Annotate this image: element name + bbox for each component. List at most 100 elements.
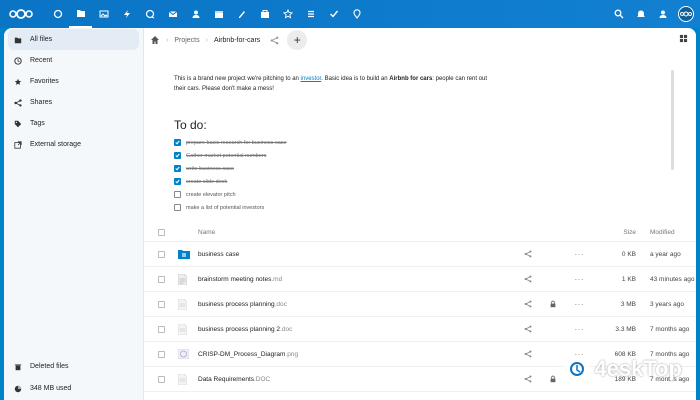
doc-file-icon [178,373,194,385]
todo-item: create slide deck [174,175,287,188]
table-row[interactable]: brainstorm meeting notes.md ··· 1 KB 43 min… [144,267,696,292]
external-icon [14,140,22,149]
file-name[interactable]: business process planning 2.doc [194,326,524,333]
home-icon[interactable] [150,35,160,45]
share-icon[interactable] [524,325,532,333]
file-name[interactable]: business case [194,251,524,258]
share-icon[interactable] [524,250,532,258]
contacts-menu-icon[interactable] [652,0,674,28]
table-row[interactable]: business process planning 2.doc ··· 3.3 MB… [144,317,696,342]
todo-checkbox[interactable] [174,152,181,159]
todo-item: prepare basic research for business case [174,136,287,149]
todo-checkbox[interactable] [174,191,181,198]
activity-icon[interactable] [115,0,138,28]
watermark-logo: 4eskTop [564,356,682,382]
tasks-icon[interactable] [299,0,322,28]
notifications-icon[interactable] [630,0,652,28]
sidebar-item-favorites[interactable]: Favorites [8,71,139,92]
todo-text: create slide deck [186,178,228,185]
table-row[interactable]: business process planning.doc ··· 3 MB 3 ye… [144,292,696,317]
pie-icon [14,385,22,392]
row-checkbox[interactable] [157,250,165,258]
more-actions-icon[interactable]: ··· [575,250,585,259]
todo-checkbox[interactable] [174,178,181,185]
todo-checkbox[interactable] [174,165,181,172]
nextcloud-logo[interactable] [6,0,36,28]
size-column-header[interactable]: Size [584,229,636,236]
todo-heading: To do: [174,118,207,132]
file-size: 1 KB [621,275,636,283]
folder-file-icon [178,249,194,259]
sidebar-item-tags[interactable]: Tags [8,113,139,134]
share-icon[interactable] [270,36,279,45]
breadcrumb-current[interactable]: Airbnb-for-cars [214,37,260,44]
todo-text: write business case [186,165,234,172]
table-row[interactable]: business case ··· 0 KB a year ago [144,242,696,267]
more-actions-icon[interactable]: ··· [575,275,585,284]
main-content: › Projects › Airbnb-for-cars + This is a… [144,28,696,400]
files-icon[interactable] [69,0,92,28]
avatar[interactable] [678,6,694,22]
select-all-checkbox[interactable] [157,229,165,236]
sidebar-item-shares[interactable]: Shares [8,92,139,113]
row-checkbox[interactable] [157,300,165,308]
share-icon[interactable] [524,375,532,383]
todo-text: make a list of potential investors [186,204,265,211]
search-icon[interactable] [608,0,630,28]
top-header [0,0,700,28]
file-modified: a year ago [650,250,681,258]
todo-item: Gather market potential numbers [174,149,287,162]
contacts-icon[interactable] [184,0,207,28]
notes-icon[interactable] [230,0,253,28]
deck-icon[interactable] [253,0,276,28]
dashboard-icon[interactable] [46,0,69,28]
sidebar-item-label: Shares [30,99,53,106]
grid-view-icon[interactable] [679,34,688,43]
todo-checkbox[interactable] [174,139,181,146]
sidebar-item-label: Favorites [30,78,59,85]
row-checkbox[interactable] [157,325,165,333]
talk-icon[interactable] [138,0,161,28]
row-checkbox[interactable] [157,275,165,283]
starred-icon[interactable] [276,0,299,28]
todo-list: prepare basic research for business case… [174,136,287,214]
row-checkbox[interactable] [157,375,165,383]
more-actions-icon[interactable]: ··· [575,300,585,309]
checklist-icon[interactable] [322,0,345,28]
files-window: All files Recent Favorites Shares Tags E… [4,28,696,400]
file-name[interactable]: Data Requirements.DOC [194,376,524,383]
sidebar-item-recent[interactable]: Recent [8,50,139,71]
share-icon[interactable] [524,350,532,358]
file-name[interactable]: CRISP-DM_Process_Diagram.png [194,351,524,358]
mail-icon[interactable] [161,0,184,28]
calendar-icon[interactable] [207,0,230,28]
share-icon[interactable] [524,300,532,308]
more-actions-icon[interactable]: ··· [575,325,585,334]
sidebar-item-label: Tags [30,120,45,127]
todo-text: create elevator pitch [186,191,236,198]
modified-column-header[interactable]: Modified [636,229,696,236]
tag-icon [14,120,22,127]
readme-scrollbar[interactable] [671,70,674,170]
breadcrumb-projects[interactable]: Projects [174,37,199,44]
share-icon[interactable] [524,275,532,283]
investor-link[interactable]: investor [301,76,322,82]
todo-item: create elevator pitch [174,188,287,201]
sidebar-item-deleted-files[interactable]: Deleted files [8,356,140,377]
add-new-button[interactable]: + [287,30,308,50]
photos-icon[interactable] [92,0,115,28]
file-name[interactable]: business process planning.doc [194,301,524,308]
star-icon [14,78,22,85]
sidebar-item-external-storage[interactable]: External storage [8,134,139,155]
sidebar-item-all-files[interactable]: All files [8,29,139,50]
row-checkbox[interactable] [157,350,165,358]
file-name[interactable]: brainstorm meeting notes.md [194,276,524,283]
name-column-header[interactable]: Name [194,229,524,236]
storage-usage[interactable]: 348 MB used [8,378,140,399]
todo-checkbox[interactable] [174,204,181,211]
sidebar-item-label: All files [30,36,53,43]
file-size: 3 MB [620,300,636,308]
lock-icon [550,300,556,308]
doc-file-icon [178,323,194,335]
maps-icon[interactable] [345,0,368,28]
